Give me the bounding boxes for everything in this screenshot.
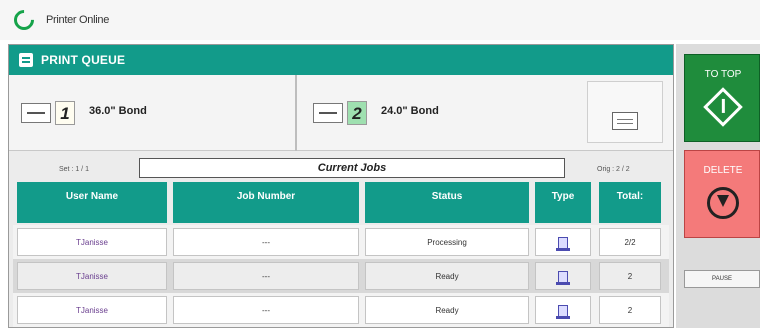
type-cell	[535, 262, 591, 290]
to-top-button[interactable]: TO TOP	[684, 54, 760, 142]
tray-paper-label: 24.0" Bond	[381, 105, 439, 117]
tray-1[interactable]: 1 36.0" Bond	[9, 75, 297, 151]
start-diamond-icon	[703, 87, 743, 127]
delete-label: DELETE	[703, 165, 743, 176]
user-name-cell: TJanisse	[17, 262, 167, 290]
print-queue-header: PRINT QUEUE	[9, 45, 673, 75]
status-cell: Ready	[365, 262, 529, 290]
total-cell: 2	[599, 296, 661, 324]
total-cell: 2/2	[599, 228, 661, 256]
table-row[interactable]: TJanisse --- Ready 2	[13, 293, 669, 327]
status-cell: Ready	[365, 296, 529, 324]
user-name-cell: TJanisse	[17, 228, 167, 256]
status-text: Printer Online	[46, 14, 110, 26]
print-queue-title: PRINT QUEUE	[41, 53, 126, 67]
job-number-cell: ---	[173, 296, 359, 324]
column-header-status[interactable]: Status	[365, 182, 529, 223]
print-queue-panel: PRINT QUEUE 1 36.0" Bond 2 24.0" Bond Se…	[8, 44, 674, 328]
envelope-icon	[21, 103, 51, 123]
job-number-cell: ---	[173, 228, 359, 256]
tray-2[interactable]: 2 24.0" Bond	[299, 75, 587, 151]
job-number-cell: ---	[173, 262, 359, 290]
delete-button[interactable]: DELETE	[684, 150, 760, 238]
tray-number: 1	[55, 101, 75, 125]
column-header-total[interactable]: Total:	[599, 182, 661, 223]
status-cell: Processing	[365, 228, 529, 256]
column-header-type[interactable]: Type	[535, 182, 591, 223]
envelope-icon	[313, 103, 343, 123]
status-bar: Printer Online	[0, 0, 760, 40]
type-cell	[535, 228, 591, 256]
pause-button[interactable]: PAUSE	[684, 270, 760, 288]
tray-paper-label: 36.0" Bond	[89, 105, 147, 117]
document-type-icon	[556, 270, 570, 285]
stop-circle-icon	[707, 187, 739, 219]
column-header-job-number[interactable]: Job Number	[173, 182, 359, 223]
column-header-user-name[interactable]: User Name	[17, 182, 167, 223]
tray-settings-icon	[612, 112, 638, 130]
tray-number: 2	[347, 101, 367, 125]
orig-counter: Orig : 2 / 2	[597, 166, 630, 173]
to-top-label: TO TOP	[704, 69, 742, 80]
tray-settings-button[interactable]	[587, 81, 663, 143]
side-controls: TO TOP DELETE PAUSE	[676, 44, 760, 328]
user-name-cell: TJanisse	[17, 296, 167, 324]
status-ring-icon	[9, 5, 39, 35]
total-cell: 2	[599, 262, 661, 290]
document-type-icon	[556, 236, 570, 251]
queue-list-icon	[19, 53, 33, 67]
document-type-icon	[556, 304, 570, 319]
set-counter: Set : 1 / 1	[59, 166, 89, 173]
current-jobs-label: Current Jobs	[139, 158, 565, 178]
table-row[interactable]: TJanisse --- Processing 2/2	[13, 225, 669, 259]
paper-trays: 1 36.0" Bond 2 24.0" Bond	[9, 75, 673, 151]
type-cell	[535, 296, 591, 324]
table-row[interactable]: TJanisse --- Ready 2	[13, 259, 669, 293]
